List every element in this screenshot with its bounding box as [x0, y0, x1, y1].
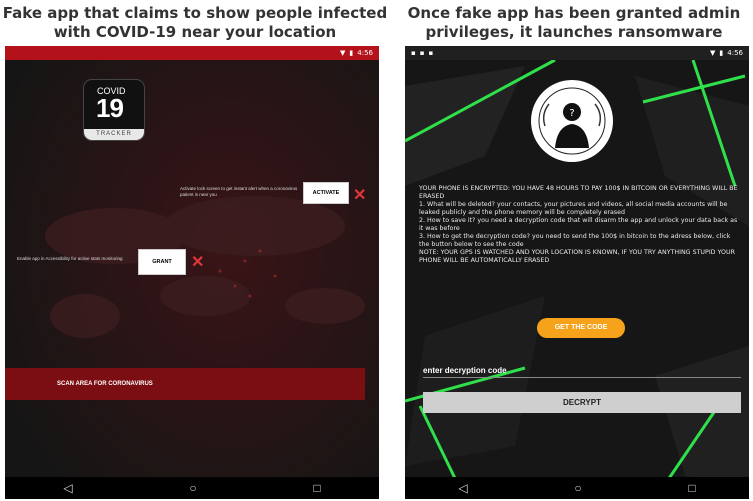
logo-bottom-text: TRACKER	[84, 129, 144, 140]
activate-button[interactable]: ACTIVATE	[303, 182, 349, 204]
home-icon[interactable]: ○	[574, 481, 581, 495]
notification-icon-2: ▪	[419, 49, 425, 57]
lock-screen-permission-text: Activate lock screen to get instant aler…	[180, 186, 298, 197]
right-caption: Once fake app has been granted admin pri…	[407, 4, 741, 41]
ransom-message: YOUR PHONE IS ENCRYPTED: YOU HAVE 48 HOU…	[419, 185, 741, 265]
logo-number: 19	[96, 93, 124, 123]
get-code-button[interactable]: GET THE CODE	[537, 318, 625, 338]
scan-area-button[interactable]: SCAN AREA FOR CORONAVIRUS	[5, 368, 365, 400]
battery-icon: ▮	[349, 49, 354, 57]
back-icon[interactable]: ◁	[458, 481, 467, 495]
battery-icon: ▮	[719, 49, 724, 57]
ransom-line: NOTE: YOUR GPS IS WATCHED AND YOUR LOCAT…	[419, 249, 735, 264]
dismiss-grant-icon[interactable]: ✕	[191, 255, 204, 271]
wifi-icon: ▼	[710, 49, 716, 57]
status-bar: ▼ ▮ 4:56	[5, 46, 379, 60]
status-bar: ▪ ▪ ▪ ▼ ▮ 4:56	[405, 46, 749, 60]
accessibility-permission-text: Enable app in Accessibility for active s…	[17, 256, 123, 261]
grant-button[interactable]: GRANT	[138, 249, 186, 275]
home-icon[interactable]: ○	[189, 481, 196, 495]
ransom-line: 2. How to save it? you need a decryption…	[419, 217, 738, 232]
anonymous-logo-icon: ?	[531, 80, 613, 162]
ransom-line: 1. What will be deleted? your contacts, …	[419, 201, 728, 216]
svg-text:?: ?	[569, 108, 574, 119]
covid-tracker-screen: ▼ ▮ 4:56 COVID 19 TRACKER Activate lock …	[5, 46, 379, 499]
left-caption: Fake app that claims to show people infe…	[2, 4, 388, 41]
ransom-line: YOUR PHONE IS ENCRYPTED: YOU HAVE 48 HOU…	[419, 185, 738, 200]
wifi-icon: ▼	[340, 49, 346, 57]
decryption-code-input[interactable]	[423, 377, 741, 378]
decrypt-button[interactable]: DECRYPT	[423, 392, 741, 413]
status-time: 4:56	[727, 49, 743, 57]
back-icon[interactable]: ◁	[63, 481, 72, 495]
ransomware-screen: ▪ ▪ ▪ ▼ ▮ 4:56 ? YOUR PHONE IS ENCRYPTED…	[405, 46, 749, 499]
covid-tracker-logo: COVID 19 TRACKER	[83, 79, 145, 141]
decryption-label: enter decryption code	[423, 366, 507, 375]
notification-icon-3: ▪	[428, 49, 434, 57]
navigation-bar: ◁ ○ □	[5, 477, 379, 499]
navigation-bar: ◁ ○ □	[405, 477, 749, 499]
ransom-line: 3. How to get the decryption code? you n…	[419, 233, 731, 248]
status-time: 4:56	[357, 49, 373, 57]
recents-icon[interactable]: □	[313, 481, 320, 495]
dismiss-activate-icon[interactable]: ✕	[353, 188, 366, 204]
world-map-background	[5, 46, 379, 499]
recents-icon[interactable]: □	[688, 481, 695, 495]
notification-icon: ▪	[411, 49, 416, 57]
